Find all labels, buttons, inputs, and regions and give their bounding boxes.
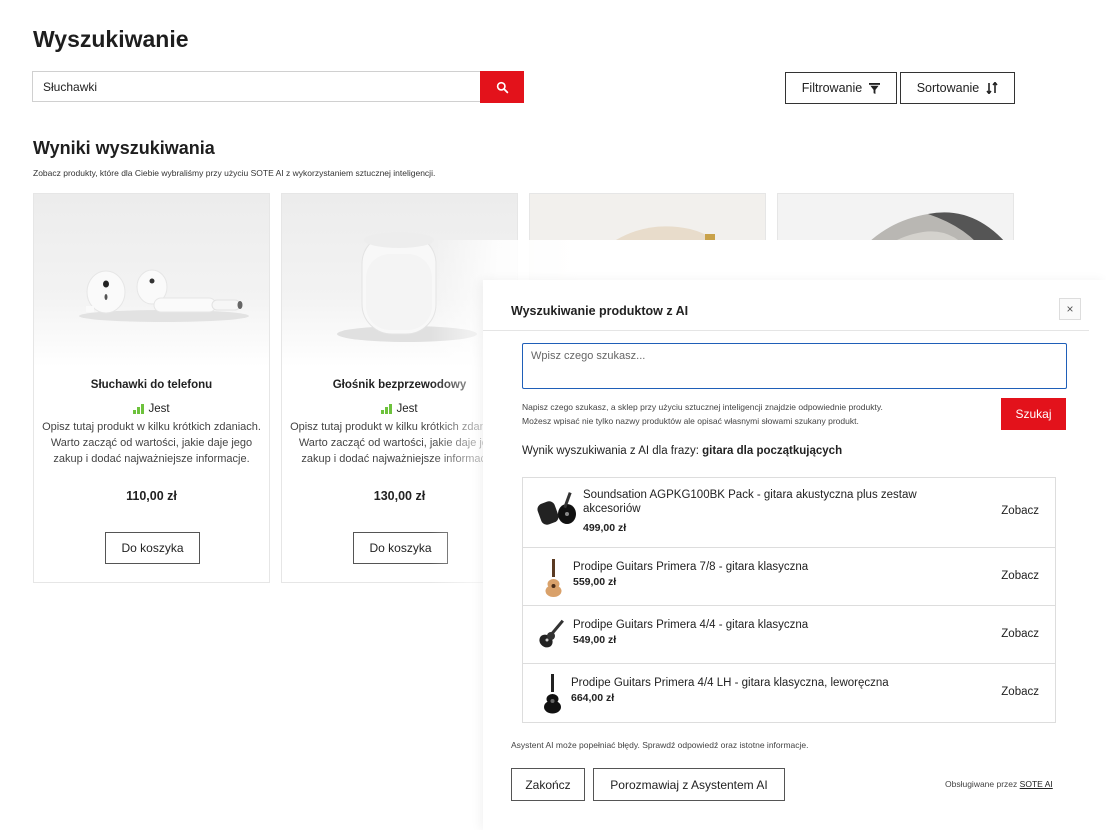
- search-input[interactable]: [32, 71, 480, 102]
- result-view-link[interactable]: Zobacz: [1001, 570, 1039, 582]
- page-title: Wyszukiwanie: [33, 26, 189, 52]
- ai-search-button[interactable]: Szukaj: [1001, 398, 1066, 430]
- stock-bars-icon: [133, 404, 145, 414]
- list-item[interactable]: Prodipe Guitars Primera 4/4 LH - gitara …: [523, 664, 1055, 722]
- add-to-cart-button[interactable]: Do koszyka: [353, 532, 448, 564]
- results-title: Wyniki wyszukiwania: [33, 138, 215, 158]
- stock-status: Jest: [282, 403, 517, 415]
- filter-label: Filtrowanie: [801, 81, 863, 95]
- result-price: 559,00 zł: [573, 576, 617, 588]
- sort-label: Sortowanie: [916, 81, 980, 95]
- search-icon: [496, 81, 508, 93]
- guitar-pack-icon: [537, 492, 576, 525]
- close-icon: ×: [1066, 302, 1074, 316]
- search-button[interactable]: [480, 71, 524, 103]
- guitar-icon: [539, 619, 564, 648]
- result-name[interactable]: Prodipe Guitars Primera 4/4 LH - gitara …: [571, 676, 971, 690]
- modal-title: Wyszukiwanie produktow z AI: [511, 304, 689, 318]
- sort-button[interactable]: Sortowanie: [900, 72, 1015, 104]
- result-name[interactable]: Prodipe Guitars Primera 7/8 - gitara kla…: [573, 560, 943, 574]
- product-image-headphones[interactable]: [529, 193, 766, 283]
- result-view-link[interactable]: Zobacz: [1001, 628, 1039, 640]
- product-description: Opisz tutaj produkt w kilku krótkich zda…: [42, 421, 261, 465]
- ai-result-prefix: Wynik wyszukiwania z AI dla frazy:: [522, 445, 699, 457]
- ai-result-label: Wynik wyszukiwania z AI dla frazy: gitar…: [522, 445, 842, 457]
- result-name[interactable]: Prodipe Guitars Primera 4/4 - gitara kla…: [573, 618, 943, 632]
- result-name[interactable]: Soundsation AGPKG100BK Pack - gitara aku…: [583, 488, 953, 516]
- product-image-headphones-case[interactable]: [777, 193, 1014, 283]
- filter-button[interactable]: Filtrowanie: [785, 72, 897, 104]
- product-name[interactable]: Słuchawki do telefonu: [34, 379, 269, 391]
- ai-search-modal: Wyszukiwanie produktow z AI × Napisz cze…: [483, 280, 1106, 830]
- modal-divider: [483, 330, 1089, 331]
- sort-icon: [986, 82, 998, 94]
- powered-by-prefix: Obsługiwane przez: [945, 779, 1018, 789]
- classical-guitar-icon: [545, 559, 562, 597]
- ai-result-phrase: gitara dla początkujących: [702, 445, 843, 457]
- ai-result-list: Soundsation AGPKG100BK Pack - gitara aku…: [522, 477, 1056, 723]
- results-subtitle: Zobacz produkty, które dla Ciebie wybral…: [33, 168, 436, 178]
- stock-bars-icon: [381, 404, 393, 414]
- ai-hint-line2: Możesz wpisać nie tylko nazwy produktów …: [522, 416, 859, 426]
- ai-disclaimer: Asystent AI może popełniać błędy. Sprawd…: [511, 740, 809, 750]
- powered-by: Obsługiwane przez SOTE AI: [945, 779, 1053, 789]
- stock-label: Jest: [396, 403, 418, 415]
- result-view-link[interactable]: Zobacz: [1001, 505, 1039, 517]
- end-button[interactable]: Zakończ: [511, 768, 585, 801]
- stock-label: Jest: [148, 403, 170, 415]
- product-image-earbuds[interactable]: [34, 194, 269, 367]
- result-price: 549,00 zł: [573, 634, 617, 646]
- product-price: 110,00 zł: [126, 489, 177, 503]
- close-button[interactable]: ×: [1059, 298, 1081, 320]
- product-name[interactable]: Głośnik bezprzewodowy: [282, 379, 517, 391]
- list-item[interactable]: Prodipe Guitars Primera 4/4 - gitara kla…: [523, 606, 1055, 664]
- product-image-speaker[interactable]: [282, 194, 517, 367]
- black-guitar-icon: [544, 674, 561, 714]
- result-view-link[interactable]: Zobacz: [1001, 686, 1039, 698]
- filter-icon: [869, 82, 881, 94]
- add-to-cart-button[interactable]: Do koszyka: [105, 532, 200, 564]
- list-item[interactable]: Prodipe Guitars Primera 7/8 - gitara kla…: [523, 548, 1055, 606]
- product-description: Opisz tutaj produkt w kilku krótkich zda…: [290, 421, 509, 465]
- result-price: 664,00 zł: [571, 692, 615, 704]
- list-item[interactable]: Soundsation AGPKG100BK Pack - gitara aku…: [523, 478, 1055, 548]
- sote-ai-link[interactable]: SOTE AI: [1020, 779, 1053, 789]
- product-price: 130,00 zł: [373, 489, 426, 503]
- ai-hint-line1: Napisz czego szukasz, a sklep przy użyci…: [522, 402, 883, 412]
- stock-status: Jest: [34, 403, 269, 415]
- result-price: 499,00 zł: [583, 522, 627, 534]
- ai-query-input[interactable]: [522, 343, 1067, 389]
- ai-hint: Napisz czego szukasz, a sklep przy użyci…: [522, 400, 982, 428]
- chat-with-assistant-button[interactable]: Porozmawiaj z Asystentem AI: [593, 768, 785, 801]
- product-card[interactable]: Słuchawki do telefonu Jest Opisz tutaj p…: [33, 193, 270, 583]
